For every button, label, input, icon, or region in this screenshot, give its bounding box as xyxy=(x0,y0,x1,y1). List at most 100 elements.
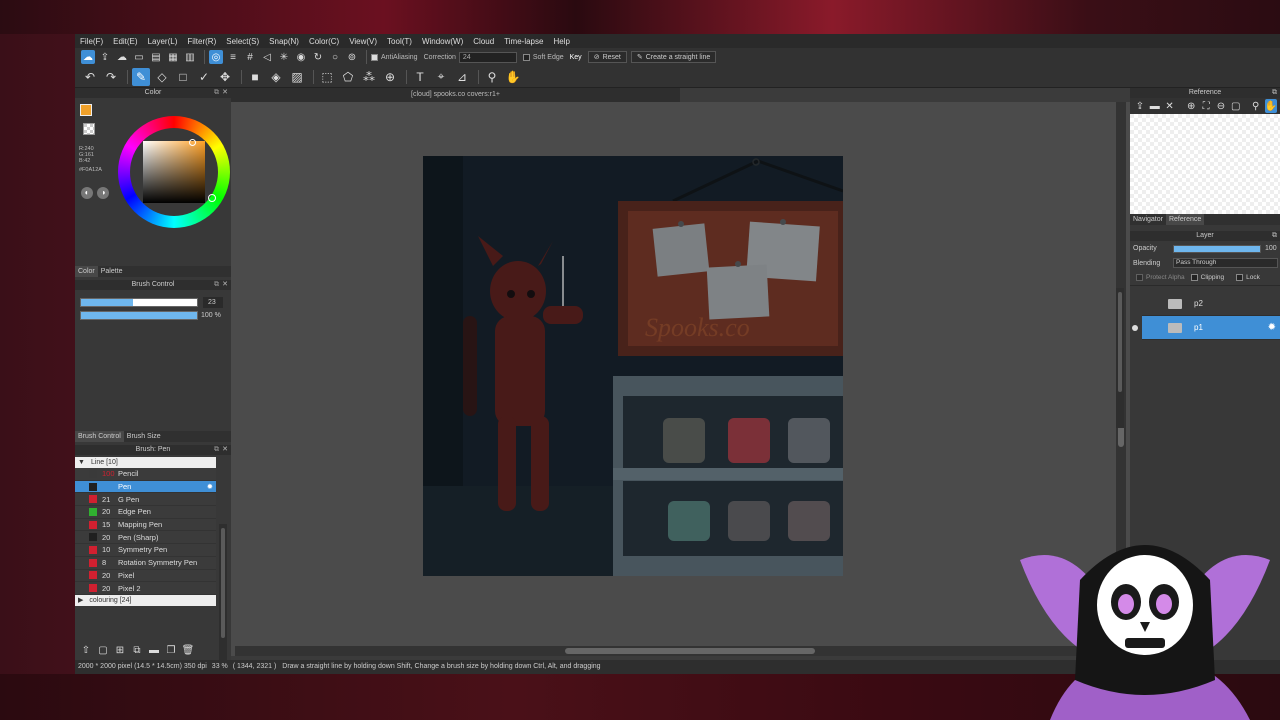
target-icon[interactable]: ⊚ xyxy=(345,50,359,64)
dock-icon[interactable]: ⧉ xyxy=(214,88,219,98)
hand-tool-icon[interactable]: ✋ xyxy=(504,68,522,86)
add-brush-icon[interactable]: ⊞ xyxy=(113,643,127,657)
soft-edge-toggle[interactable]: Soft Edge xyxy=(522,53,564,61)
menu-help[interactable]: Help xyxy=(553,37,569,46)
brush-size-value[interactable]: 23 xyxy=(203,297,223,308)
gear-icon[interactable]: ✹ xyxy=(207,482,213,491)
saturation-value-square[interactable] xyxy=(143,141,205,203)
trash-icon[interactable]: 🗑 xyxy=(181,643,195,657)
close-icon[interactable]: ✕ xyxy=(222,88,228,98)
brush-item-pixel[interactable]: 20 Pixel xyxy=(75,569,216,583)
dock-icon[interactable]: ⧉ xyxy=(214,445,219,455)
menu-tool[interactable]: Tool(T) xyxy=(387,37,412,46)
brush-list-scrollbar[interactable] xyxy=(219,524,227,674)
menu-cloud[interactable]: Cloud xyxy=(473,37,494,46)
brush-opacity-value[interactable]: 100 % xyxy=(201,310,221,321)
menu-color[interactable]: Color(C) xyxy=(309,37,339,46)
curve-icon[interactable]: ↻ xyxy=(311,50,325,64)
open-file-icon[interactable]: ▬ xyxy=(1149,99,1161,113)
protect-alpha-checkbox[interactable] xyxy=(1136,274,1143,281)
color-picker-icon[interactable]: ◑ xyxy=(97,187,109,199)
tab-brush-size[interactable]: Brush Size xyxy=(124,431,164,442)
soft-edge-checkbox[interactable] xyxy=(522,53,530,61)
magic-wand-icon[interactable]: ⁂ xyxy=(360,68,378,86)
menu-file[interactable]: File(F) xyxy=(80,37,103,46)
undo-icon[interactable]: ↶ xyxy=(81,68,99,86)
horizontal-scroll-thumb[interactable] xyxy=(565,648,815,654)
menu-layer[interactable]: Layer(L) xyxy=(148,37,178,46)
eyedropper-icon[interactable]: ⚲ xyxy=(483,68,501,86)
upload-icon[interactable]: ⇪ xyxy=(1134,99,1146,113)
brush-item-pencil[interactable]: 100 Pencil xyxy=(75,468,216,481)
page-icon[interactable]: ▤ xyxy=(149,50,163,64)
eyedropper-icon[interactable]: ⚲ xyxy=(1250,99,1262,113)
circle-ruler-icon[interactable]: ◎ xyxy=(209,50,223,64)
panels-icon[interactable]: ▥ xyxy=(183,50,197,64)
duplicate-icon[interactable]: ❐ xyxy=(164,643,178,657)
dock-icon[interactable]: ⧉ xyxy=(1272,231,1277,241)
close-icon[interactable]: ✕ xyxy=(1164,99,1176,113)
background-color-swatch[interactable] xyxy=(83,123,95,135)
select-pen-icon[interactable]: ✓ xyxy=(195,68,213,86)
dock-icon[interactable]: ⧉ xyxy=(214,280,219,290)
zoom-in-icon[interactable]: ⊕ xyxy=(1185,99,1197,113)
layer-row-p2[interactable]: p2 xyxy=(1142,292,1280,316)
redo-icon[interactable]: ↷ xyxy=(102,68,120,86)
brush-item-pen-sharp[interactable]: 20 Pen (Sharp) xyxy=(75,531,216,545)
menu-select[interactable]: Select(S) xyxy=(226,37,259,46)
tab-reference[interactable]: Reference xyxy=(1165,214,1205,225)
lasso-select-icon[interactable]: ⬠ xyxy=(339,68,357,86)
zoom-out-icon[interactable]: ⊖ xyxy=(1215,99,1227,113)
menu-view[interactable]: View(V) xyxy=(349,37,377,46)
close-icon[interactable]: ✕ xyxy=(222,445,228,455)
brush-group-line[interactable]: ▼ Line [10] xyxy=(75,457,216,468)
brush-item-symmetry-pen[interactable]: 10 Symmetry Pen xyxy=(75,544,216,557)
color-mode-icon[interactable]: ◐ xyxy=(81,187,93,199)
straight-line-button[interactable]: ✎ Create a straight line xyxy=(630,51,717,63)
divide-tool-icon[interactable]: ⊿ xyxy=(453,68,471,86)
brush-item-edge-pen[interactable]: 20 Edge Pen xyxy=(75,506,216,519)
new-brush-icon[interactable]: ▢ xyxy=(96,643,110,657)
antialiasing-toggle[interactable]: AntiAliasing xyxy=(371,53,418,61)
foreground-color-swatch[interactable] xyxy=(80,104,92,116)
brush-size-slider[interactable] xyxy=(80,298,198,307)
horizontal-scrollbar[interactable] xyxy=(235,646,1115,656)
ellipse-icon[interactable]: ○ xyxy=(328,50,342,64)
sv-cursor[interactable] xyxy=(189,139,196,146)
brush-group-colouring[interactable]: ▶ colouring [24] xyxy=(75,594,216,606)
actual-size-icon[interactable]: ▢ xyxy=(1230,99,1242,113)
upload-brush-icon[interactable]: ⇧ xyxy=(79,643,93,657)
brush-item-g-pen[interactable]: 21 G Pen xyxy=(75,493,216,507)
brush-opacity-slider[interactable] xyxy=(80,311,198,320)
parallel-ruler-icon[interactable]: ≡ xyxy=(226,50,240,64)
canvas-area[interactable]: Spooks.co xyxy=(231,102,1130,656)
brush-item-pen[interactable]: Pen ✹ xyxy=(75,480,216,494)
tab-palette[interactable]: Palette xyxy=(98,266,126,277)
brush-item-rotation-symmetry-pen[interactable]: 8 Rotation Symmetry Pen xyxy=(75,556,216,570)
close-icon[interactable]: ✕ xyxy=(222,280,228,290)
tab-navigator[interactable]: Navigator xyxy=(1130,214,1166,225)
gear-icon[interactable]: ✹ xyxy=(1268,322,1276,333)
menu-timelapse[interactable]: Time-lapse xyxy=(504,37,543,46)
operation-tool-icon[interactable]: ⌖ xyxy=(432,68,450,86)
hand-icon[interactable]: ✋ xyxy=(1264,99,1278,113)
concentric-icon[interactable]: ◉ xyxy=(294,50,308,64)
gradient-tool-icon[interactable]: ▨ xyxy=(288,68,306,86)
grid-icon[interactable]: ▦ xyxy=(166,50,180,64)
document-tab[interactable]: [cloud] spooks.co covers:r1+ xyxy=(231,88,680,102)
select-pen2-icon[interactable]: ⊕ xyxy=(381,68,399,86)
bucket-tool-icon[interactable]: ◈ xyxy=(267,68,285,86)
clipping-checkbox[interactable] xyxy=(1190,274,1198,281)
folder-icon[interactable]: ▬ xyxy=(147,643,161,657)
eraser-tool-icon[interactable]: ◇ xyxy=(153,68,171,86)
cloud-icon[interactable]: ☁ xyxy=(81,50,95,64)
brush-item-pixel-2[interactable]: 20 Pixel 2 xyxy=(75,582,216,595)
visibility-dot-icon[interactable] xyxy=(1132,325,1138,331)
upload-icon[interactable]: ⇪ xyxy=(98,50,112,64)
radial-icon[interactable]: ✳ xyxy=(277,50,291,64)
antialiasing-checkbox[interactable] xyxy=(371,53,378,61)
dot-tool-icon[interactable]: □ xyxy=(174,68,192,86)
comment-icon[interactable]: ▭ xyxy=(132,50,146,64)
reference-image-area[interactable] xyxy=(1130,114,1280,214)
hue-cursor[interactable] xyxy=(208,194,216,202)
